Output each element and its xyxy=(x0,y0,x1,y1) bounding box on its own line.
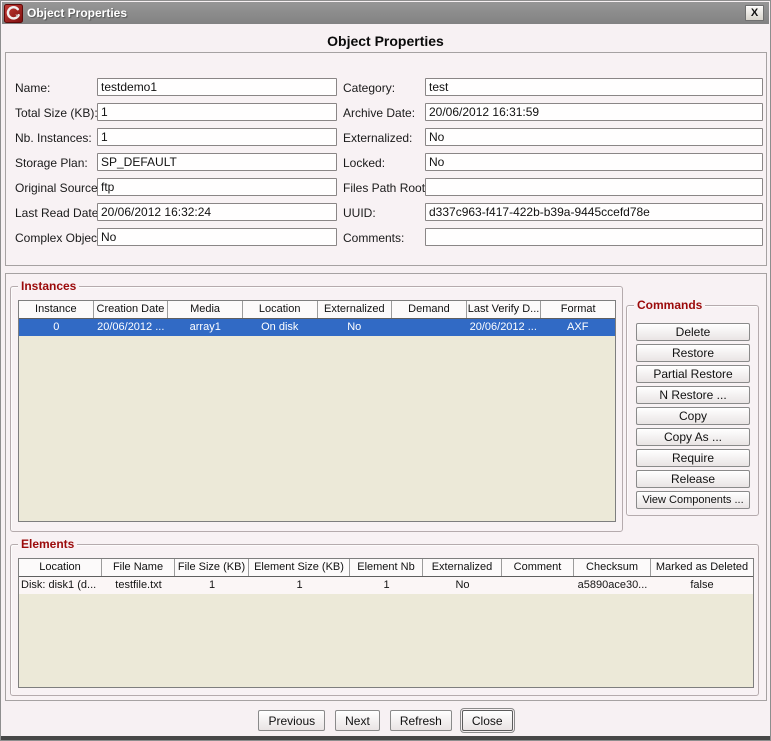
elements-group: Elements Location File Name File Size (K… xyxy=(10,537,759,696)
storage-plan-field[interactable] xyxy=(97,153,337,171)
category-label: Category: xyxy=(343,81,396,95)
complex-object-label: Complex Object: xyxy=(15,231,104,245)
uuid-label: UUID: xyxy=(343,206,376,220)
column-header[interactable]: Element Size (KB) xyxy=(249,559,350,576)
instances-table-header: Instance Creation Date Media Location Ex… xyxy=(19,301,615,319)
close-button[interactable]: X xyxy=(745,5,764,21)
cell-file-name: testfile.txt xyxy=(115,579,162,591)
column-header[interactable]: Checksum xyxy=(574,559,651,576)
column-header[interactable]: Location xyxy=(243,301,318,318)
next-button[interactable]: Next xyxy=(335,710,380,731)
externalized-field[interactable] xyxy=(425,128,763,146)
cell-last-verify-date: 20/06/2012 ... xyxy=(469,321,537,333)
cell-location: On disk xyxy=(261,321,299,333)
properties-form-panel: Name: Total Size (KB): Nb. Instances: St… xyxy=(5,52,767,266)
elements-table: Location File Name File Size (KB) Elemen… xyxy=(18,558,754,688)
files-path-root-label: Files Path Root: xyxy=(343,181,429,195)
instances-table: Instance Creation Date Media Location Ex… xyxy=(18,300,616,522)
partial-restore-button[interactable]: Partial Restore xyxy=(636,365,750,383)
cell-instance: 0 xyxy=(53,321,60,333)
comments-field[interactable] xyxy=(425,228,763,246)
cell-element-size: 1 xyxy=(296,579,303,591)
details-panel: Instances Instance Creation Date Media L… xyxy=(5,273,767,701)
previous-button[interactable]: Previous xyxy=(258,710,326,731)
cell-marked-deleted: false xyxy=(690,579,714,591)
externalized-label: Externalized: xyxy=(343,131,413,145)
column-header[interactable]: File Size (KB) xyxy=(175,559,249,576)
name-label: Name: xyxy=(15,81,51,95)
nb-instances-field[interactable] xyxy=(97,128,337,146)
column-header[interactable]: Media xyxy=(168,301,243,318)
footer-button-bar: Previous Next Refresh Close xyxy=(1,708,770,734)
n-restore-button[interactable]: N Restore ... xyxy=(636,386,750,404)
refresh-button[interactable]: Refresh xyxy=(389,710,452,731)
close-dialog-button[interactable]: Close xyxy=(459,708,515,733)
cell-checksum: a5890ace30... xyxy=(577,579,648,591)
column-header[interactable]: Format xyxy=(541,301,615,318)
elements-group-title: Elements xyxy=(18,537,78,551)
cell-location: Disk: disk1 (d... xyxy=(21,579,97,591)
close-icon: X xyxy=(750,6,759,19)
cell-externalized: No xyxy=(347,321,362,333)
view-components-button[interactable]: View Components ... xyxy=(636,491,750,509)
comments-label: Comments: xyxy=(343,231,405,245)
storage-plan-label: Storage Plan: xyxy=(15,156,88,170)
column-header[interactable]: Externalized xyxy=(423,559,502,576)
archive-date-label: Archive Date: xyxy=(343,106,416,120)
restore-button[interactable]: Restore xyxy=(636,344,750,362)
nb-instances-label: Nb. Instances: xyxy=(15,131,92,145)
cell-media: array1 xyxy=(189,321,221,333)
window-title: Object Properties xyxy=(27,6,128,20)
column-header[interactable]: Instance xyxy=(19,301,94,318)
require-button[interactable]: Require xyxy=(636,449,750,467)
column-header[interactable]: Externalized xyxy=(318,301,393,318)
column-header[interactable]: Demand xyxy=(392,301,467,318)
column-header[interactable]: Marked as Deleted xyxy=(651,559,753,576)
app-logo-icon xyxy=(4,3,23,23)
commands-group: Commands Delete Restore Partial Restore … xyxy=(626,298,759,516)
page-title: Object Properties xyxy=(327,33,444,49)
category-field[interactable] xyxy=(425,78,763,96)
archive-date-field[interactable] xyxy=(425,103,763,121)
cell-format: AXF xyxy=(567,321,589,333)
elements-table-header: Location File Name File Size (KB) Elemen… xyxy=(19,559,753,577)
column-header[interactable]: Last Verify D... xyxy=(467,301,542,318)
cell-demand xyxy=(392,319,467,336)
original-source-label: Original Source: xyxy=(15,181,102,195)
complex-object-field[interactable] xyxy=(97,228,337,246)
cell-element-nb: 1 xyxy=(383,579,390,591)
instances-group: Instances Instance Creation Date Media L… xyxy=(10,279,623,532)
column-header[interactable]: Creation Date xyxy=(94,301,169,318)
files-path-root-field[interactable] xyxy=(425,178,763,196)
last-read-date-label: Last Read Date: xyxy=(15,206,102,220)
last-read-date-field[interactable] xyxy=(97,203,337,221)
cell-creation-date: 20/06/2012 ... xyxy=(97,321,165,333)
total-size-label: Total Size (KB): xyxy=(15,106,98,120)
window-bottom-edge xyxy=(1,736,770,740)
uuid-field[interactable] xyxy=(425,203,763,221)
titlebar[interactable]: Object Properties X xyxy=(2,2,769,24)
locked-field[interactable] xyxy=(425,153,763,171)
instances-table-row[interactable]: 0 20/06/2012 ... array1 On disk No 20/06… xyxy=(19,319,615,336)
release-button[interactable]: Release xyxy=(636,470,750,488)
cell-comment xyxy=(502,577,574,594)
commands-group-title: Commands xyxy=(634,298,706,312)
cell-externalized: No xyxy=(455,579,470,591)
column-header[interactable]: Comment xyxy=(502,559,574,576)
name-field[interactable] xyxy=(97,78,337,96)
instances-group-title: Instances xyxy=(18,279,80,293)
cell-file-size: 1 xyxy=(208,579,216,591)
elements-table-row[interactable]: Disk: disk1 (d... testfile.txt 1 1 1 No … xyxy=(19,577,753,594)
column-header[interactable]: File Name xyxy=(102,559,175,576)
delete-button[interactable]: Delete xyxy=(636,323,750,341)
copy-as-button[interactable]: Copy As ... xyxy=(636,428,750,446)
total-size-field[interactable] xyxy=(97,103,337,121)
object-properties-window: Object Properties X Object Properties Na… xyxy=(0,0,771,741)
original-source-field[interactable] xyxy=(97,178,337,196)
locked-label: Locked: xyxy=(343,156,386,170)
column-header[interactable]: Location xyxy=(19,559,102,576)
copy-button[interactable]: Copy xyxy=(636,407,750,425)
column-header[interactable]: Element Nb xyxy=(350,559,423,576)
